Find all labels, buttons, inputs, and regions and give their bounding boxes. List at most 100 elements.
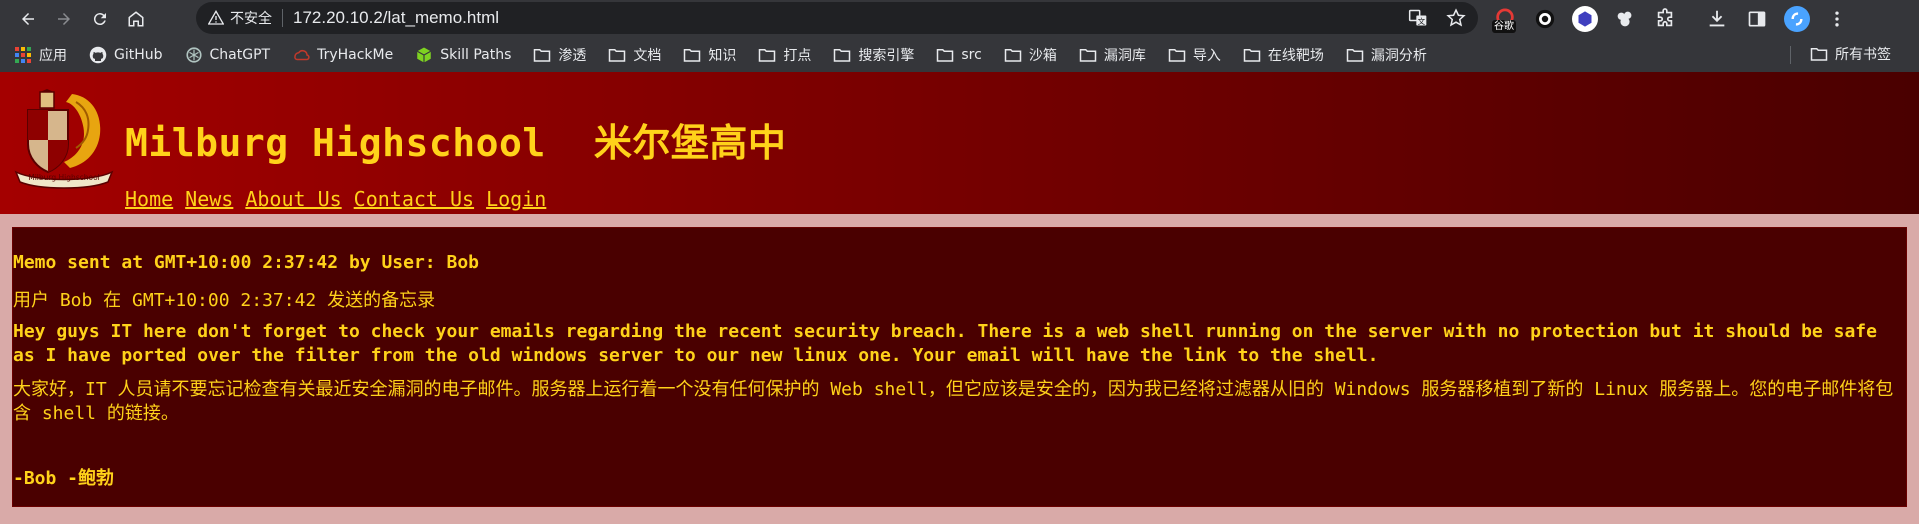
folder-icon	[833, 46, 851, 64]
url-text[interactable]: 172.20.10.2/lat_memo.html	[293, 8, 499, 28]
bookmark-label: 知识	[708, 47, 737, 64]
folder-icon	[936, 46, 954, 64]
memo-body-en: Hey guys IT here don't forget to check y…	[13, 321, 1877, 366]
back-button[interactable]	[10, 0, 46, 37]
downloads-button[interactable]	[1702, 4, 1732, 34]
nav-contact-link[interactable]: Contact Us	[354, 187, 474, 211]
folder-icon	[1810, 45, 1828, 63]
puzzle-icon	[1657, 8, 1673, 27]
arrow-right-icon	[58, 12, 70, 25]
memo-panel: Memo sent at GMT+10:00 2:37:42 by User: …	[12, 227, 1907, 507]
svg-text:文: 文	[1418, 16, 1426, 26]
kebab-menu-icon	[1835, 11, 1839, 27]
browser-toolbar: 不安全 172.20.10.2/lat_memo.html 文 谷歌	[0, 0, 1919, 37]
side-panel-button[interactable]	[1742, 4, 1772, 34]
folder-icon	[683, 46, 701, 64]
security-label[interactable]: 不安全	[230, 8, 272, 28]
bookmark-label: 渗透	[558, 47, 587, 64]
tryhackme-icon	[292, 46, 310, 64]
extension-google[interactable]: 谷歌	[1490, 4, 1520, 34]
folder-icon	[1243, 46, 1261, 64]
profile-button[interactable]	[1782, 4, 1812, 34]
bookmark-star-icon[interactable]	[1444, 6, 1468, 30]
menu-button[interactable]	[1822, 4, 1852, 34]
folder-icon	[1079, 46, 1097, 64]
folder-icon	[533, 46, 551, 64]
site-nav: Home News About Us Contact Us Login	[125, 187, 546, 211]
all-bookmarks[interactable]: 所有书签	[1810, 40, 1891, 68]
extensions-button[interactable]	[1650, 4, 1680, 34]
reload-icon	[93, 12, 106, 25]
translate-icon[interactable]: 文	[1406, 6, 1430, 30]
logo-banner-text: Milburg Highschool	[28, 173, 100, 182]
extension-ring[interactable]	[1530, 4, 1560, 34]
bookmark-label: 漏洞库	[1103, 47, 1146, 64]
bookmark-label: 导入	[1192, 47, 1221, 64]
bookmark-label: 文档	[633, 47, 662, 64]
nav-about-link[interactable]: About Us	[245, 187, 341, 211]
folder-icon	[758, 46, 776, 64]
folder-icon	[1346, 46, 1364, 64]
nav-login-link[interactable]: Login	[486, 187, 546, 211]
bookmarks-bar: 应用 GitHub ChatGPT TryHackMe Skill Paths 渗透 文档 知…	[0, 37, 1919, 72]
address-bar[interactable]: 不安全 172.20.10.2/lat_memo.html 文	[196, 2, 1478, 34]
bookmark-item[interactable]: src	[936, 41, 982, 69]
bookmark-item[interactable]: ChatGPT	[185, 41, 271, 69]
ring-icon	[1535, 9, 1555, 29]
bookmarks-divider	[1790, 46, 1791, 64]
bookmark-label: TryHackMe	[317, 46, 394, 63]
bookmark-item[interactable]: 漏洞库	[1079, 41, 1146, 69]
bookmark-item[interactable]: Skill Paths	[415, 41, 511, 69]
site-title-en: Milburg Highschool	[125, 121, 546, 165]
arrow-left-icon	[22, 12, 34, 25]
bookmark-item[interactable]: 知识	[683, 41, 736, 69]
bookmark-item[interactable]: 漏洞分析	[1346, 41, 1427, 69]
bookmark-item[interactable]: 沙箱	[1004, 41, 1057, 69]
bookmark-label: GitHub	[114, 46, 163, 63]
home-icon	[128, 10, 144, 26]
bookmark-item[interactable]: 文档	[608, 41, 661, 69]
site-header: Milburg Highschool Milburg Highschool 米尔堡…	[0, 72, 1919, 214]
bookmark-item[interactable]: TryHackMe	[292, 41, 393, 69]
bookmark-label: src	[961, 46, 982, 63]
home-button[interactable]	[118, 0, 154, 37]
side-panel-icon	[1748, 11, 1766, 27]
extension-cube[interactable]	[1570, 4, 1600, 34]
cloud-icon	[1617, 11, 1632, 27]
bookmark-item[interactable]: GitHub	[89, 41, 163, 69]
bookmark-item[interactable]: 导入	[1168, 41, 1221, 69]
bookmark-label: ChatGPT	[209, 46, 271, 63]
extension-badge: 谷歌	[1492, 20, 1516, 33]
memo-header-en: Memo sent at GMT+10:00 2:37:42 by User: …	[13, 252, 479, 273]
school-crest-logo: Milburg Highschool	[14, 89, 114, 189]
github-icon	[89, 46, 107, 64]
bookmark-label: Skill Paths	[440, 46, 512, 63]
bookmark-label: 打点	[783, 47, 812, 64]
bookmark-label: 沙箱	[1028, 47, 1057, 64]
nav-news-link[interactable]: News	[185, 187, 233, 211]
bookmark-item[interactable]: 在线靶场	[1243, 41, 1324, 69]
bookmark-label: 搜索引擎	[858, 47, 915, 64]
site-title-cn: 米尔堡高中	[593, 121, 787, 165]
bookmark-item[interactable]: 搜索引擎	[833, 41, 914, 69]
folder-icon	[1168, 46, 1186, 64]
bookmark-label: 漏洞分析	[1370, 47, 1427, 64]
bookmark-item[interactable]: 渗透	[533, 41, 586, 69]
bookmark-label: 在线靶场	[1267, 47, 1324, 64]
omnibox-divider	[282, 9, 283, 27]
memo-body-cn: 大家好，IT 人员请不要忘记检查有关最近安全漏洞的电子邮件。服务器上运行着一个没…	[13, 379, 1894, 424]
site-title: Milburg Highschool 米尔堡高中	[125, 112, 786, 167]
avatar-icon	[1784, 6, 1810, 32]
nav-home-link[interactable]: Home	[125, 187, 173, 211]
memo-signature: -Bob -鲍勃	[13, 468, 115, 489]
folder-icon	[608, 46, 626, 64]
bookmark-item[interactable]: 应用	[14, 41, 67, 69]
reload-button[interactable]	[82, 0, 118, 37]
extension-cloud[interactable]	[1610, 4, 1640, 34]
bookmark-item[interactable]: 打点	[758, 41, 811, 69]
warning-icon[interactable]	[208, 10, 224, 26]
memo-header-cn: 用户 Bob 在 GMT+10:00 2:37:42 发送的备忘录	[13, 290, 436, 311]
chatgpt-icon	[185, 46, 203, 64]
download-icon	[1709, 10, 1725, 27]
forward-button[interactable]	[46, 0, 82, 37]
